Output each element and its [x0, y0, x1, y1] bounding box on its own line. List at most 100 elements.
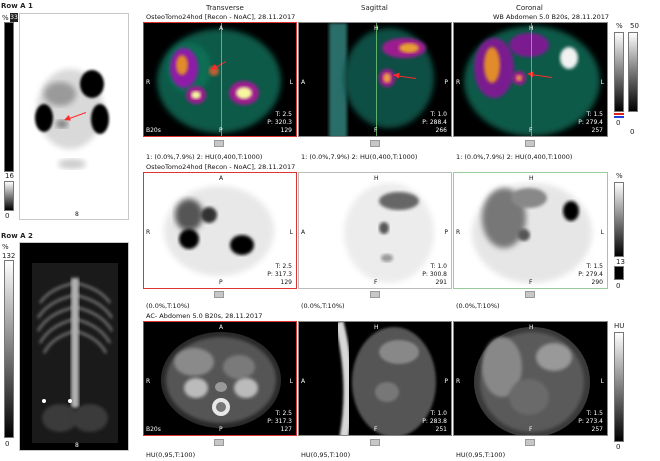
pet-transverse-view[interactable]: A R L P T: 2.5 P: 317.3 129 [143, 172, 297, 289]
row1-bar-bottom: 0 [630, 128, 635, 136]
orient-h: H [529, 25, 534, 32]
slice-slider-handle[interactable] [525, 291, 535, 298]
orient-a: A [301, 79, 306, 86]
mip-view-a1[interactable]: 8 [19, 13, 129, 220]
orient-h: H [529, 324, 534, 331]
a1-window-bar[interactable] [4, 181, 14, 211]
t-value: T: 1.0 [430, 111, 447, 118]
p-value: P: 317.3 [267, 418, 292, 425]
orient-p: P [444, 229, 448, 236]
ct-transverse-view[interactable]: A R L P T: 2.5 P: 317.3 127 B20s [143, 321, 297, 436]
percent-label: % [2, 14, 9, 22]
row2-pet-bar[interactable] [614, 182, 624, 257]
a2-window-bar[interactable] [4, 260, 14, 438]
pet-coronal-view[interactable]: H R L F T: 1.5 P: 279.4 290 [453, 172, 608, 289]
orient-f: F [374, 426, 378, 433]
row1-pet-bar[interactable] [614, 32, 624, 112]
a1-counter: 33 [10, 13, 18, 22]
t-value: T: 2.5 [275, 263, 292, 270]
fusion-coronal-view[interactable]: H R L F T: 1.5 P: 279.4 257 [453, 22, 608, 137]
ct-scout-image [32, 263, 118, 443]
t-value: T: 1.0 [430, 263, 447, 270]
p-value: P: 317.3 [267, 271, 292, 278]
orient-r: R [456, 229, 461, 236]
slice-slider-handle[interactable] [214, 439, 224, 446]
ct-sagittal-view[interactable]: H A P F T: 1.0 P: 283.8 251 [298, 321, 452, 436]
slice-number: 127 [280, 426, 292, 433]
orient-p: P [444, 79, 448, 86]
orient-p: P [444, 378, 448, 385]
col-sagittal: Sagittal [361, 4, 388, 12]
slice-slider-handle[interactable] [370, 140, 380, 147]
row1-footer-3: 1: (0.0%,7.9%) 2: HU(0,400,T:1000) [456, 153, 573, 161]
orient-l: L [600, 229, 604, 236]
crosshair-v [531, 23, 532, 136]
row2-footer-3: (0.0%,T:10%) [456, 302, 500, 310]
orient-h: H [374, 324, 379, 331]
slice-number: 291 [435, 279, 447, 286]
slice-slider-handle[interactable] [214, 140, 224, 147]
slice-slider-handle[interactable] [525, 140, 535, 147]
row2-bar-top: 13 [616, 258, 625, 266]
orient-p: P [219, 279, 223, 286]
orient-l: L [289, 378, 293, 385]
a1-bar-top: 16 [5, 172, 14, 180]
orient-l: L [600, 378, 604, 385]
orient-p: P [219, 426, 223, 433]
orient-p: P [219, 127, 223, 134]
slice-number: 251 [435, 426, 447, 433]
orient-a: A [219, 175, 224, 182]
slice-number: 266 [435, 127, 447, 134]
fusion-sagittal-view[interactable]: H A P F T: 1.0 P: 288.4 266 [298, 22, 452, 137]
t-value: T: 1.5 [586, 410, 603, 417]
pet-sagittal-view[interactable]: H A P F T: 1.0 P: 300.8 291 [298, 172, 452, 289]
row1-bar-top: 50 [630, 22, 639, 30]
orient-l: L [600, 79, 604, 86]
slice-number: 129 [280, 279, 292, 286]
crosshair-v [221, 23, 222, 136]
kernel-label: B20s [146, 426, 161, 433]
orient-r: R [456, 79, 461, 86]
a1-marker: 8 [75, 211, 79, 218]
row3-footer-3: HU(0,95,T:100) [456, 451, 506, 459]
slice-number: 257 [591, 426, 603, 433]
row1-ct-bar[interactable] [628, 32, 638, 112]
crosshair-v [376, 23, 377, 136]
row3-ct-bar[interactable] [614, 332, 624, 442]
row2-footer-1: (0.0%,T:10%) [146, 302, 190, 310]
a1-bar-bottom: 0 [5, 212, 10, 220]
row1-footer-1: 1: (0.0%,7.9%) 2: HU(0,400,T:1000) [146, 153, 263, 161]
row2-min-bar[interactable] [614, 266, 624, 280]
slice-slider-handle[interactable] [370, 439, 380, 446]
ct-scout-view-a2[interactable]: 8 [19, 242, 129, 451]
row3-bar-top: HU [614, 322, 625, 330]
row1-red-marker [614, 113, 624, 115]
fusion-transverse-view[interactable]: A R L P T: 2.5 P: 320.3 129 B20s [143, 22, 297, 137]
orient-h: H [374, 25, 379, 32]
p-value: P: 320.3 [267, 119, 292, 126]
p-value: P: 288.4 [422, 119, 447, 126]
row1-blue-marker [614, 116, 624, 118]
p-value: P: 279.4 [578, 271, 603, 278]
row1-footer-2: 1: (0.0%,7.9%) 2: HU(0,400,T:1000) [301, 153, 418, 161]
row1-header-left: OsteoTomo24hod [Recon - NoAC], 28.11.201… [146, 13, 296, 21]
row2-bar-pct: % [616, 172, 623, 180]
orient-f: F [374, 127, 378, 134]
ct-coronal-view[interactable]: H R L F T: 1.5 P: 273.4 257 [453, 321, 608, 436]
t-value: T: 1.0 [430, 410, 447, 417]
orient-h: H [529, 175, 534, 182]
slice-slider-handle[interactable] [214, 291, 224, 298]
orient-l: L [289, 79, 293, 86]
slice-slider-handle[interactable] [525, 439, 535, 446]
p-value: P: 279.4 [578, 119, 603, 126]
t-value: T: 1.5 [586, 263, 603, 270]
orient-h: H [374, 175, 379, 182]
orient-a: A [301, 229, 306, 236]
a2-bar-bottom: 0 [5, 440, 10, 448]
row2-header: OsteoTomo24hod [Recon - NoAC], 28.11.201… [146, 163, 296, 171]
row3-header: AC- Abdomen 5.0 B20s, 28.11.2017 [146, 312, 263, 320]
orient-a: A [219, 25, 224, 32]
a2-bar-top: 132 [2, 252, 16, 260]
a1-color-bar[interactable] [4, 22, 14, 172]
slice-slider-handle[interactable] [370, 291, 380, 298]
